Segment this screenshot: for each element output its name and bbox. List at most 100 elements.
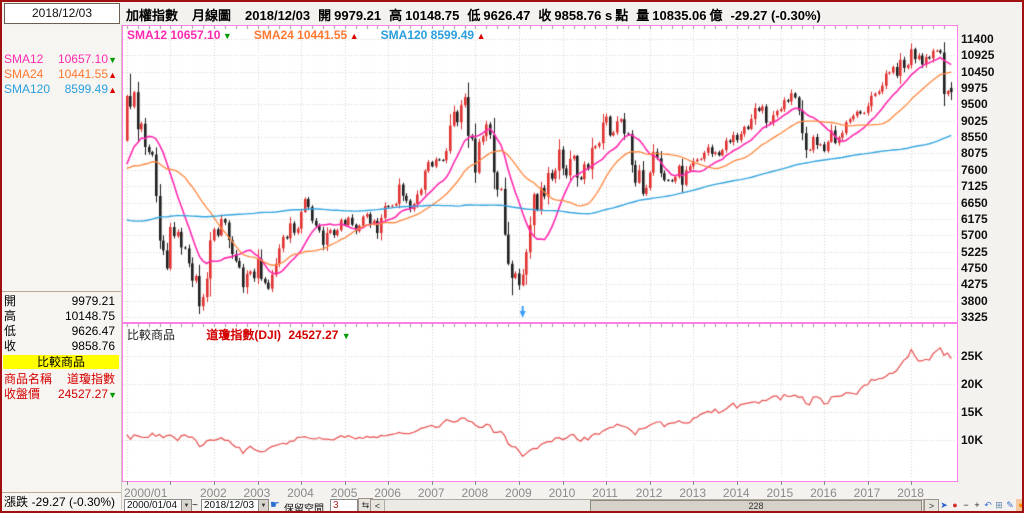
ohlc-label: 收	[4, 339, 17, 353]
scrollbar-thumb[interactable]: 228	[590, 500, 922, 511]
price-tick-label: 5225	[961, 244, 988, 259]
compare-close-label: 收盤價	[4, 387, 41, 401]
header-segment: 收	[538, 8, 552, 23]
price-tick-label: 6650	[961, 195, 988, 210]
compare-name-row: 商品名稱 道瓊指數	[4, 372, 117, 386]
price-tick-label: 5700	[961, 228, 988, 243]
year-tick	[519, 481, 521, 485]
ohlc-label: 低	[4, 324, 17, 338]
header-segment: 10835.06	[652, 8, 707, 23]
header-segment: 9979.21	[334, 8, 382, 23]
ohlc-row: 低 9626.47	[4, 324, 117, 338]
year-tick	[431, 481, 433, 485]
quote-header: 加權指數 月線圖 2018/12/03 開 9979.21 高 10148.75 低 9626.…	[126, 5, 829, 24]
ohlc-value: 9626.47	[71, 324, 115, 338]
bottom-toolbar: 2000/01/04 ▼ ~ 2018/12/03 ▼ ☛ 保留空間 ⇆ ☛ <…	[122, 498, 1022, 513]
year-tick	[867, 481, 869, 485]
compare-name-label: 商品名稱	[4, 372, 53, 386]
year-tick	[126, 481, 128, 485]
year-tick	[693, 481, 695, 485]
price-tick-label: 9975	[961, 81, 988, 96]
header-segment: 低	[467, 8, 481, 23]
hand-icon[interactable]: ☛	[270, 498, 280, 511]
range-tilde: ~	[192, 500, 198, 511]
sma-value: 10657.10	[57, 52, 108, 66]
price-tick-label: 4275	[961, 277, 988, 292]
price-tick-label: 8075	[961, 146, 988, 161]
price-tick-label: 3325	[961, 309, 988, 324]
cursor-date-box[interactable]: 2018/12/03	[4, 3, 120, 24]
price-tick-label: 6175	[961, 211, 988, 226]
sma-legend-item: SMA24 10441.55 ▲	[253, 28, 359, 42]
compare-close-row: 收盤價 24527.27 ▼	[4, 387, 117, 401]
down-arrow-icon: ▼	[341, 331, 351, 341]
price-tick-label: 7600	[961, 162, 988, 177]
zoom-out-button[interactable]: −	[961, 499, 971, 511]
header-segment: -29.27 (-0.30%)	[730, 8, 821, 23]
year-tick	[780, 481, 782, 485]
ohlc-row: 高 10148.75	[4, 309, 117, 323]
sma-legend-item: SMA120 8599.49 ▲	[380, 28, 486, 42]
price-tick-label: 7125	[961, 179, 988, 194]
year-tick	[736, 481, 738, 485]
window-icon[interactable]: ⊞	[994, 499, 1004, 511]
scroll-right-button[interactable]: >	[924, 499, 939, 511]
pointer-icon[interactable]: ➤	[939, 499, 949, 511]
compare-name-value: 道瓊指數	[66, 372, 115, 386]
header-segment: 開	[318, 8, 332, 23]
price-tick-label: 9500	[961, 97, 988, 112]
compare-chart-panel: 比較商品 道瓊指數(DJI) 24527.27 ▼	[122, 323, 958, 482]
scroll-left-button[interactable]: <	[370, 499, 385, 511]
sma-value: 10441.55	[57, 67, 108, 81]
up-arrow-icon: ▲	[347, 31, 359, 41]
year-tick	[562, 481, 564, 485]
reserve-space-label: 保留空間	[284, 504, 324, 513]
compare-close-value: 24527.27	[57, 387, 108, 401]
dji-tick-label: 25K	[961, 349, 984, 363]
compare-legend: 比較商品 道瓊指數(DJI) 24527.27 ▼	[127, 326, 351, 343]
compare-series-name: 道瓊指數(DJI)	[206, 328, 282, 342]
chevron-down-icon[interactable]: ▼	[181, 500, 191, 511]
zoom-in-button[interactable]: +	[972, 499, 982, 511]
year-tick	[475, 481, 477, 485]
compare-legend-label: 比較商品	[127, 328, 176, 342]
from-date-dropdown[interactable]: 2000/01/04 ▼	[124, 499, 192, 511]
main-chart-panel: SMA12 10657.10 ▼ SMA24 10441.55 ▲ SMA120 8…	[122, 25, 958, 323]
clock-icon[interactable]: ●	[950, 499, 960, 511]
bell-icon[interactable]: ●	[1016, 499, 1022, 511]
year-tick	[257, 481, 259, 485]
price-tick-label: 4750	[961, 260, 988, 275]
dji-tick-label: 10K	[961, 433, 984, 447]
chevron-down-icon[interactable]: ▼	[258, 500, 268, 511]
ohlc-value: 10148.75	[64, 309, 115, 323]
price-tick-label: 10925	[961, 48, 995, 63]
scrollbar-track[interactable]: 228	[384, 499, 924, 511]
main-chart-canvas[interactable]	[123, 26, 955, 320]
header-segment: 量	[636, 8, 650, 23]
pencil-icon[interactable]: ✎	[1005, 499, 1015, 511]
year-tick	[301, 481, 303, 485]
ohlc-row: 開 9979.21	[4, 294, 117, 308]
ohlc-label: 開	[4, 294, 17, 308]
price-tick-label: 10450	[961, 64, 995, 79]
divider	[2, 492, 121, 493]
dji-tick-label: 20K	[961, 377, 984, 391]
compare-section-header: 比較商品	[3, 355, 119, 369]
to-date-dropdown[interactable]: 2018/12/03 ▼	[201, 499, 269, 511]
reserve-space-input[interactable]	[330, 499, 358, 511]
sma-legend-item: SMA12 10657.10 ▼	[127, 28, 232, 42]
down-arrow-icon: ▼	[108, 55, 117, 65]
header-segment: 10148.75	[405, 8, 460, 23]
title-bar: 2018/12/03 加權指數 月線圖 2018/12/03 開 9979.21 高 101…	[2, 2, 1022, 25]
ohlc-row: 收 9858.76	[4, 339, 117, 353]
sma-row: SMA12 10657.10 ▼	[4, 52, 117, 66]
header-segment: 2018/12/03	[245, 8, 311, 23]
undo-icon[interactable]: ↶	[983, 499, 993, 511]
compare-chart-canvas[interactable]	[123, 324, 955, 479]
dji-tick-label: 15K	[961, 405, 984, 419]
up-arrow-icon: ▲	[108, 70, 117, 80]
divider	[2, 291, 121, 292]
sma-value: 8599.49	[64, 82, 108, 96]
header-segment: 點	[615, 8, 629, 23]
header-segment: 億	[709, 8, 723, 23]
